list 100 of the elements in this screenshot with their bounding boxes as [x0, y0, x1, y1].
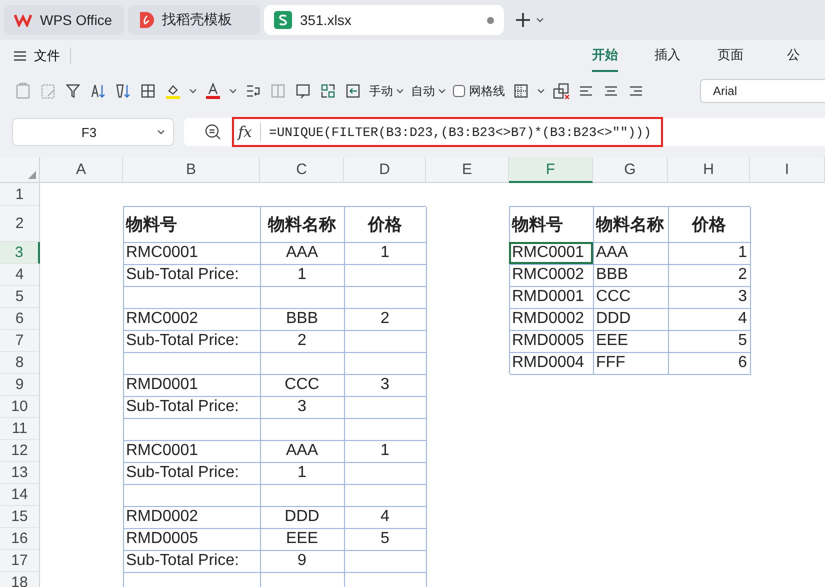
indent-icon[interactable] — [344, 82, 362, 100]
column-header[interactable]: C — [260, 157, 344, 183]
column-header[interactable]: H — [668, 157, 750, 183]
table-cell: 价格 — [668, 206, 750, 242]
table-cell: RMC0002 — [509, 264, 593, 286]
table-cell: AAA — [260, 242, 344, 264]
caret-icon[interactable] — [396, 88, 404, 94]
cell-grid-icon[interactable] — [319, 82, 337, 100]
ribbon-tab[interactable]: 开始 — [592, 40, 618, 72]
table-cell: BBB — [260, 308, 344, 330]
table-cell: RMD0005 — [123, 528, 260, 550]
row-header[interactable]: 8 — [0, 352, 40, 374]
row-header[interactable]: 3 — [0, 242, 40, 264]
table-cell: 9 — [260, 550, 344, 572]
row-header[interactable]: 13 — [0, 462, 40, 484]
ribbon-tab[interactable]: 公 — [762, 40, 825, 72]
document-tab[interactable]: 找稻壳模板 — [128, 5, 260, 35]
row-header[interactable]: 10 — [0, 396, 40, 418]
caret-icon[interactable] — [229, 88, 237, 94]
wps-logo-icon — [14, 13, 32, 27]
spreadsheet-icon — [274, 11, 292, 29]
table-cell: 1 — [344, 440, 426, 462]
row-header[interactable]: 2 — [0, 206, 40, 242]
row-header[interactable]: 9 — [0, 374, 40, 396]
cell-borders-icon[interactable] — [512, 82, 530, 100]
chevron-icon[interactable] — [157, 129, 165, 135]
table-cell: FFF — [593, 352, 668, 374]
select-all-icon[interactable] — [28, 171, 36, 179]
caret-icon[interactable] — [536, 17, 544, 23]
gridlines-checkbox[interactable]: 网格线 — [453, 82, 505, 100]
table-cell: 物料号 — [509, 206, 593, 242]
row-header[interactable]: 5 — [0, 286, 40, 308]
table-cell: RMD0001 — [509, 286, 593, 308]
table-cell: 4 — [668, 308, 750, 330]
sort-descending-icon[interactable] — [114, 82, 132, 100]
row-header[interactable]: 4 — [0, 264, 40, 286]
table-cell: 5 — [668, 330, 750, 352]
column-header[interactable]: G — [593, 157, 668, 183]
font-color-icon[interactable] — [204, 82, 222, 100]
merge-cells-icon[interactable] — [269, 82, 287, 100]
row-header[interactable]: 7 — [0, 330, 40, 352]
font-field[interactable]: Arial — [700, 79, 825, 103]
table-cell: Sub-Total Price: — [123, 330, 260, 352]
table-cell: CCC — [260, 374, 344, 396]
table-cell: 5 — [344, 528, 426, 550]
ribbon-tab[interactable]: 插入 — [636, 40, 699, 72]
table-cell: 2 — [260, 330, 344, 352]
table-cell: RMC0002 — [123, 308, 260, 330]
formula-field[interactable]: =UNIQUE(FILTER(B3:D23,(B3:B23<>B7)*(B3:B23<>""))) — [269, 124, 652, 140]
row-height-dropdown[interactable]: 自动 — [411, 82, 446, 100]
column-header[interactable]: A — [40, 157, 123, 183]
document-tab[interactable]: 351.xlsx — [264, 5, 504, 35]
table-cell: 价格 — [344, 206, 426, 242]
row-header[interactable]: 16 — [0, 528, 40, 550]
table-cell: RMC0001 — [123, 440, 260, 462]
row-header[interactable]: 14 — [0, 484, 40, 506]
table-cell: RMD0004 — [509, 352, 593, 374]
table-cell: AAA — [593, 242, 668, 264]
table-cell: 4 — [344, 506, 426, 528]
table-cell: Sub-Total Price: — [123, 264, 260, 286]
table-cell: RMD0002 — [123, 506, 260, 528]
row-header[interactable]: 17 — [0, 550, 40, 572]
table-cell: 1 — [260, 462, 344, 484]
row-header[interactable]: 1 — [0, 183, 40, 206]
table-cell: 物料名称 — [593, 206, 668, 242]
clear-format-icon[interactable] — [552, 82, 570, 100]
plus-icon[interactable] — [514, 11, 532, 29]
filter-icon[interactable] — [64, 82, 82, 100]
column-header[interactable]: B — [123, 157, 260, 183]
table-cell: DDD — [593, 308, 668, 330]
sort-ascending-icon[interactable] — [89, 82, 107, 100]
zoom-icon[interactable] — [204, 123, 222, 141]
ribbon-tab[interactable]: 页面 — [699, 40, 762, 72]
column-header[interactable]: D — [344, 157, 426, 183]
table-cell: 3 — [260, 396, 344, 418]
menu-icon — [14, 51, 26, 61]
row-header[interactable]: 11 — [0, 418, 40, 440]
checkbox[interactable] — [453, 85, 465, 97]
function-button[interactable]: fx — [238, 123, 262, 141]
table-cell: 物料名称 — [260, 206, 344, 242]
caret-icon[interactable] — [438, 88, 446, 94]
borders-icon[interactable] — [139, 82, 157, 100]
row-header[interactable]: 6 — [0, 308, 40, 330]
caret-icon[interactable] — [537, 88, 545, 94]
column-header[interactable]: I — [750, 157, 825, 183]
document-tab[interactable]: WPS Office — [4, 5, 124, 35]
file-menu[interactable]: 文件 — [14, 47, 60, 65]
row-header[interactable]: 15 — [0, 506, 40, 528]
row-header[interactable]: 12 — [0, 440, 40, 462]
table-cell: EEE — [593, 330, 668, 352]
column-header[interactable]: E — [426, 157, 509, 183]
table-cell: 3 — [344, 374, 426, 396]
column-header[interactable]: F — [509, 157, 593, 183]
name-box[interactable]: F3 — [12, 118, 174, 146]
row-height-dropdown[interactable]: 手动 — [369, 82, 404, 100]
caret-icon[interactable] — [189, 88, 197, 94]
table-cell: 2 — [344, 308, 426, 330]
row-header[interactable]: 18 — [0, 572, 40, 587]
table-cell: RMC0001 — [509, 242, 593, 264]
table-cell: 1 — [668, 242, 750, 264]
